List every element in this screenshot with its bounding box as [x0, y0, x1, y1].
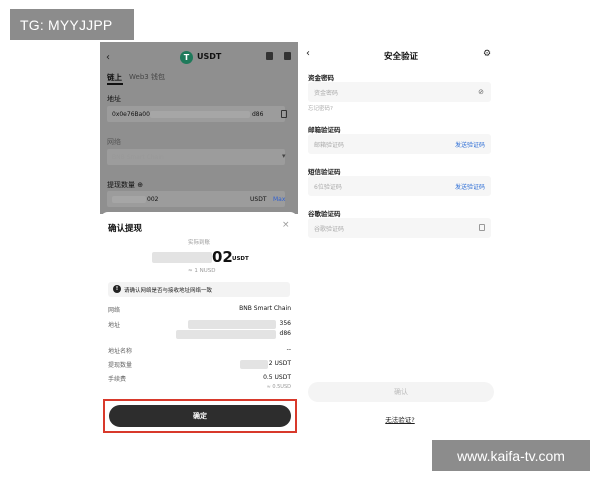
address-blur: [188, 320, 276, 329]
actual-receive-label: 实际到账: [188, 240, 211, 246]
fund-password-label: 资金密码: [308, 74, 334, 82]
network-label: 网络: [107, 138, 121, 146]
notice-text: 请确认网络是否与接收地址网络一致: [124, 288, 213, 294]
security-verification-screen: ‹ 安全验证 ⚙ 资金密码 资金密码 ⊘ 忘记密码? 邮箱验证码 邮箱验证码 发…: [300, 42, 500, 438]
row-address-value-1: 356: [279, 320, 291, 327]
row-amount-value: 2 USDT: [268, 360, 291, 367]
sms-code-placeholder: 6位验证码: [314, 184, 342, 191]
email-code-placeholder: 邮箱验证码: [314, 142, 345, 149]
amount-value: 002: [147, 196, 159, 203]
row-network-label: 网络: [108, 307, 121, 314]
amount-label: 提现数量 ⊕: [107, 181, 144, 189]
usd-value: ≈ 1 NUSD: [188, 268, 216, 274]
cant-verify-link[interactable]: 无法验证?: [300, 414, 500, 424]
page-title: 安全验证: [384, 52, 419, 62]
email-code-field[interactable]: 邮箱验证码 发送验证码: [308, 134, 491, 154]
document-icon[interactable]: [284, 52, 291, 60]
gear-icon[interactable]: ⚙: [483, 49, 491, 59]
google-code-label: 谷歌验证码: [308, 210, 341, 218]
record-icon[interactable]: [266, 52, 273, 60]
address-label: 地址: [107, 95, 121, 103]
forgot-password-link[interactable]: 忘记密码?: [308, 104, 333, 112]
address-blur: [150, 111, 250, 118]
confirm-button[interactable]: 确认: [308, 382, 494, 402]
copy-icon[interactable]: [281, 110, 287, 118]
row-address-label: 地址: [108, 322, 121, 329]
row-fee-label: 手续费: [108, 376, 127, 383]
confirm-button[interactable]: 确定: [109, 405, 291, 427]
sms-code-label: 短信验证码: [308, 168, 341, 176]
address-start: 0x0e76Ba00a: [112, 111, 154, 118]
fund-password-placeholder: 资金密码: [314, 90, 339, 97]
amount-unit: USDT: [250, 196, 267, 203]
row-address-name-label: 地址名称: [108, 348, 133, 355]
watermark-bottom-right: www.kaifa-tv.com: [432, 440, 590, 471]
watermark-top-left: TG: MYYJJPP: [10, 9, 134, 40]
amount-blur-2: [240, 360, 268, 369]
send-email-code-button[interactable]: 发送验证码: [455, 140, 485, 149]
usdt-logo-icon: T: [180, 51, 193, 64]
address-end: d86: [252, 111, 264, 118]
chevron-down-icon[interactable]: ▾: [282, 152, 286, 160]
send-sms-code-button[interactable]: 发送验证码: [455, 182, 485, 191]
network-notice: ! 请确认网络是否与接收地址网络一致: [108, 282, 290, 297]
fee-usd: ≈ 0.5USD: [266, 384, 291, 390]
dimmed-background: ‹ T USDT 链上 Web3 钱包 地址 0x0e76Ba00a d86 网…: [100, 42, 298, 214]
max-button[interactable]: Max: [273, 196, 285, 203]
amount-blur: [152, 252, 212, 263]
google-code-placeholder: 谷歌验证码: [314, 226, 345, 233]
row-amount-label: 提现数量: [108, 362, 133, 369]
back-icon[interactable]: ‹: [106, 52, 110, 63]
network-value: BNB Smart Chain: [112, 154, 164, 161]
fund-password-field[interactable]: 资金密码 ⊘: [308, 82, 491, 102]
tab-onchain[interactable]: 链上: [107, 72, 122, 83]
sms-code-field[interactable]: 6位验证码 发送验证码: [308, 176, 491, 196]
google-code-field[interactable]: 谷歌验证码: [308, 218, 491, 238]
email-code-label: 邮箱验证码: [308, 126, 341, 134]
back-icon[interactable]: ‹: [306, 48, 310, 59]
actual-amount-unit: USDT: [232, 256, 249, 262]
actual-amount: 02: [212, 248, 233, 266]
withdraw-screen: ‹ T USDT 链上 Web3 钱包 地址 0x0e76Ba00a d86 网…: [100, 42, 298, 438]
row-address-name-value: --: [286, 346, 291, 353]
eye-off-icon[interactable]: ⊘: [478, 88, 484, 96]
active-tab-indicator: [107, 83, 123, 85]
row-network-value: BNB Smart Chain: [239, 305, 291, 312]
sheet-title: 确认提现: [108, 224, 143, 234]
info-icon: !: [113, 285, 121, 293]
row-fee-value: 0.5 USDT: [263, 374, 291, 381]
page-title: USDT: [197, 52, 222, 61]
paste-icon[interactable]: [479, 224, 485, 231]
confirm-highlight: 确定: [103, 399, 297, 433]
tab-web3-wallet[interactable]: Web3 钱包: [129, 72, 165, 82]
address-blur-2: [176, 330, 276, 339]
close-icon[interactable]: ×: [282, 220, 290, 230]
row-address-value-2: d86: [279, 330, 291, 337]
amount-blur: [112, 196, 146, 203]
